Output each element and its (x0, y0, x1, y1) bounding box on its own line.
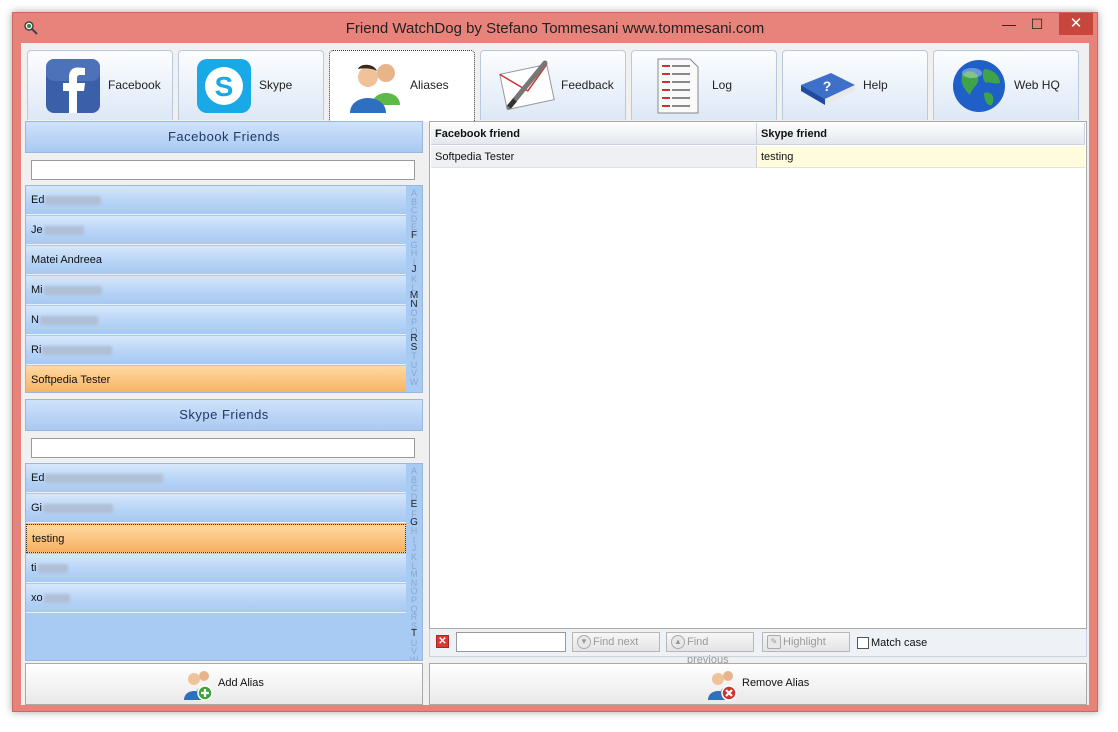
list-item[interactable]: Gi (26, 494, 406, 523)
tab-feedback[interactable]: Feedback (480, 50, 626, 120)
column-header-facebook-friend[interactable]: Facebook friend (431, 123, 757, 145)
list-item[interactable]: Ed (26, 464, 406, 493)
list-item[interactable]: ti (26, 554, 406, 583)
blurred-name (43, 225, 84, 235)
blurred-name (39, 315, 98, 325)
facebook-friends-list[interactable]: Ed Je Matei Andreea Mi N Ri Softpedia Te… (25, 185, 423, 393)
list-item-selected[interactable]: testing (26, 524, 406, 553)
log-document-icon (657, 58, 699, 114)
tab-facebook[interactable]: Facebook (27, 50, 173, 120)
blurred-name (43, 285, 102, 295)
close-button[interactable]: ✕ (1059, 13, 1093, 35)
skype-friends-header: Skype Friends (25, 399, 423, 431)
find-input[interactable] (456, 632, 566, 652)
add-user-icon (184, 671, 213, 701)
arrow-down-icon: ▼ (577, 635, 591, 649)
pen-letter-icon (499, 60, 555, 111)
list-item[interactable]: Ed (26, 186, 406, 215)
svg-text:S: S (215, 71, 234, 102)
help-book-icon: ? (801, 73, 855, 105)
tab-help[interactable]: ? Help (782, 50, 928, 120)
highlight-button[interactable]: ✎ Highlight (762, 632, 850, 652)
skype-icon: S (197, 59, 251, 113)
globe-icon (953, 60, 1005, 112)
list-item[interactable]: Matei Andreea (26, 246, 406, 275)
facebook-alphabet-index[interactable]: ABCDE F GHI J KL M N OPQ R S TUVW (407, 189, 421, 387)
tab-label: Feedback (561, 78, 614, 92)
tab-bar: Facebook S Skype Aliases Feedback Log ? … (21, 43, 1089, 122)
list-item[interactable]: Je (26, 216, 406, 245)
tab-label: Help (863, 78, 888, 92)
list-item[interactable]: Ri (26, 336, 406, 365)
list-item[interactable]: xo (26, 584, 406, 613)
tab-label: Aliases (410, 78, 449, 92)
blurred-name (43, 503, 113, 513)
blurred-name (43, 593, 70, 603)
facebook-friends-header: Facebook Friends (25, 121, 423, 153)
list-item[interactable]: N (26, 306, 406, 335)
maximize-button[interactable]: ☐ (1023, 13, 1051, 35)
list-item-selected[interactable]: Softpedia Tester (26, 366, 406, 392)
tab-label: Log (712, 78, 733, 92)
svg-text:?: ? (823, 78, 832, 94)
tab-label: Facebook (108, 78, 161, 92)
users-icon (350, 64, 400, 113)
blurred-name (45, 473, 164, 483)
close-find-icon[interactable]: ✕ (436, 635, 449, 648)
aliases-panel: Facebook friend Skype friend Softpedia T… (429, 121, 1087, 705)
app-window: Friend WatchDog by Stefano Tommesani www… (12, 12, 1098, 712)
tab-web-hq[interactable]: Web HQ (933, 50, 1079, 120)
match-case-label: Match case (871, 637, 928, 649)
column-header-skype-friend[interactable]: Skype friend (757, 123, 1085, 145)
add-alias-label: Add Alias (218, 677, 264, 689)
table-cell-skype[interactable]: testing (757, 146, 1085, 168)
facebook-icon (46, 59, 100, 113)
arrow-up-icon: ▲ (671, 635, 685, 649)
blurred-name (37, 563, 68, 573)
tab-log[interactable]: Log (631, 50, 777, 120)
facebook-friends-search-input[interactable] (31, 160, 415, 180)
remove-user-icon (708, 671, 737, 701)
aliases-grid[interactable]: Facebook friend Skype friend Softpedia T… (429, 121, 1087, 629)
add-alias-button[interactable]: Add Alias (25, 663, 423, 705)
highlight-icon: ✎ (767, 635, 781, 649)
find-previous-button[interactable]: ▲ Find previous (666, 632, 754, 666)
remove-alias-label: Remove Alias (742, 677, 810, 689)
tab-label: Skype (259, 78, 293, 92)
tab-label: Web HQ (1014, 78, 1060, 92)
title-bar[interactable]: Friend WatchDog by Stefano Tommesani www… (13, 13, 1097, 43)
blurred-name (42, 345, 113, 355)
remove-alias-button[interactable]: Remove Alias (429, 663, 1087, 705)
find-bar: ✕ ▼ Find next ▲ Find previous ✎ Highlight M… (429, 629, 1087, 666)
tab-aliases[interactable]: Aliases (329, 50, 475, 122)
window-title: Friend WatchDog by Stefano Tommesani www… (345, 20, 765, 37)
tab-skype[interactable]: S Skype (178, 50, 324, 120)
skype-friends-list[interactable]: Ed Gi testing ti xo ABCD E F G HIJKLMNOP… (25, 463, 423, 661)
skype-friends-search-input[interactable] (31, 438, 415, 458)
client-area: Facebook S Skype Aliases Feedback Log ? … (21, 43, 1089, 705)
minimize-button[interactable]: — (995, 13, 1023, 35)
friends-panel: Facebook Friends Ed Je Matei Andreea Mi … (25, 121, 423, 705)
blurred-name (45, 195, 102, 205)
table-cell-facebook[interactable]: Softpedia Tester (431, 146, 757, 168)
match-case-checkbox[interactable] (857, 637, 869, 649)
skype-alphabet-index[interactable]: ABCD E F G HIJKLMNOPQRS T UVW X YZ (407, 467, 421, 660)
find-next-button[interactable]: ▼ Find next (572, 632, 660, 652)
list-item[interactable]: Mi (26, 276, 406, 305)
